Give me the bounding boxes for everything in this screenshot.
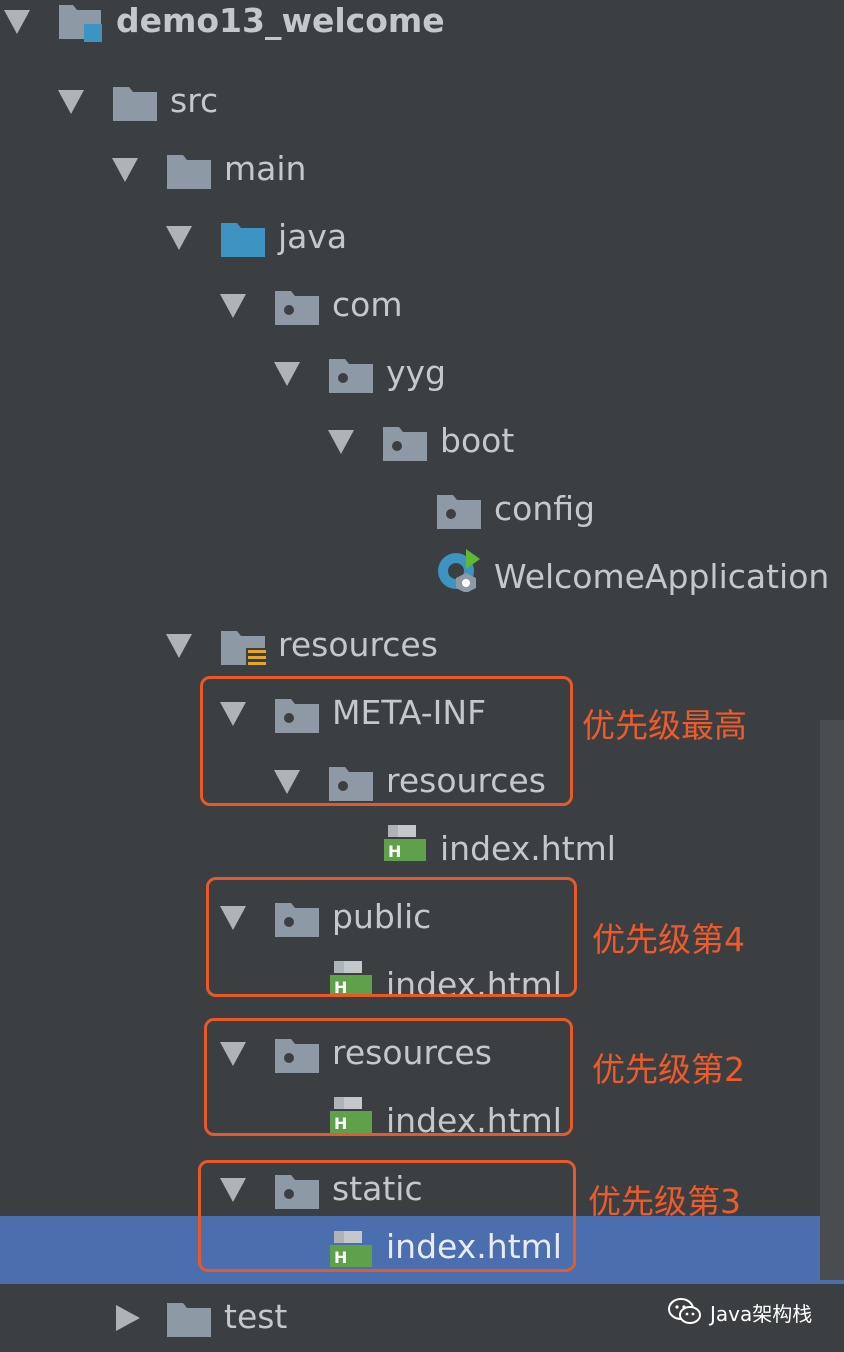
tree-row-project-root[interactable]: demo13_welcome (0, 0, 820, 68)
folder-icon (166, 150, 212, 190)
package-label: config (494, 489, 595, 528)
folder-label: java (278, 217, 348, 256)
file-label: index.html (440, 829, 616, 868)
folder-label: resources (278, 625, 438, 664)
package-icon (274, 286, 320, 326)
package-label: yyg (386, 353, 447, 392)
package-icon (382, 422, 428, 462)
expand-arrow-icon[interactable] (58, 90, 84, 114)
expand-arrow-icon[interactable] (4, 10, 30, 34)
tree-row-resources-root[interactable]: resources (0, 612, 820, 680)
annotation-box-meta-inf (200, 676, 573, 806)
annotation-box-resources (204, 1018, 573, 1136)
package-icon (328, 354, 374, 394)
watermark: Java架构栈 (668, 1294, 812, 1330)
expand-arrow-icon[interactable] (166, 634, 192, 658)
folder-icon (166, 1298, 212, 1338)
package-label: boot (440, 421, 515, 460)
wechat-icon (668, 1298, 701, 1324)
vertical-scrollbar[interactable] (820, 720, 844, 1280)
folder-icon (112, 82, 158, 122)
module-icon (58, 2, 104, 42)
expand-arrow-icon[interactable] (112, 158, 138, 182)
source-folder-icon (220, 218, 266, 258)
class-label: WelcomeApplication (494, 557, 830, 596)
tree-row-java[interactable]: java (0, 204, 820, 272)
folder-label: main (224, 149, 307, 188)
priority-note-highest: 优先级最高 (582, 706, 747, 745)
tree-row-config[interactable]: config (0, 476, 820, 544)
expand-arrow-icon[interactable] (328, 430, 354, 454)
package-label: com (332, 285, 403, 324)
spring-boot-run-icon (436, 546, 482, 592)
priority-note-4: 优先级第4 (592, 920, 745, 959)
folder-label: src (170, 81, 219, 120)
tree-row-meta-index[interactable]: index.html (0, 816, 820, 884)
priority-note-3: 优先级第3 (588, 1182, 741, 1221)
expand-arrow-icon[interactable] (274, 362, 300, 386)
priority-note-2: 优先级第2 (592, 1050, 745, 1089)
collapsed-arrow-icon[interactable] (116, 1305, 140, 1331)
tree-row-com[interactable]: com (0, 272, 820, 340)
html-file-icon (382, 820, 428, 866)
watermark-text: Java架构栈 (710, 1301, 813, 1326)
expand-arrow-icon[interactable] (166, 226, 192, 250)
expand-arrow-icon[interactable] (220, 294, 246, 318)
package-icon (436, 490, 482, 530)
annotation-box-public (206, 877, 577, 997)
tree-row-main[interactable]: main (0, 136, 820, 204)
project-name: demo13_welcome (116, 1, 445, 40)
annotation-box-static (198, 1160, 576, 1272)
resources-folder-icon (220, 626, 266, 666)
tree-row-yyg[interactable]: yyg (0, 340, 820, 408)
tree-row-boot[interactable]: boot (0, 408, 820, 476)
folder-label: test (224, 1297, 288, 1336)
tree-row-src[interactable]: src (0, 68, 820, 136)
tree-row-welcome-application[interactable]: WelcomeApplication (0, 544, 829, 612)
